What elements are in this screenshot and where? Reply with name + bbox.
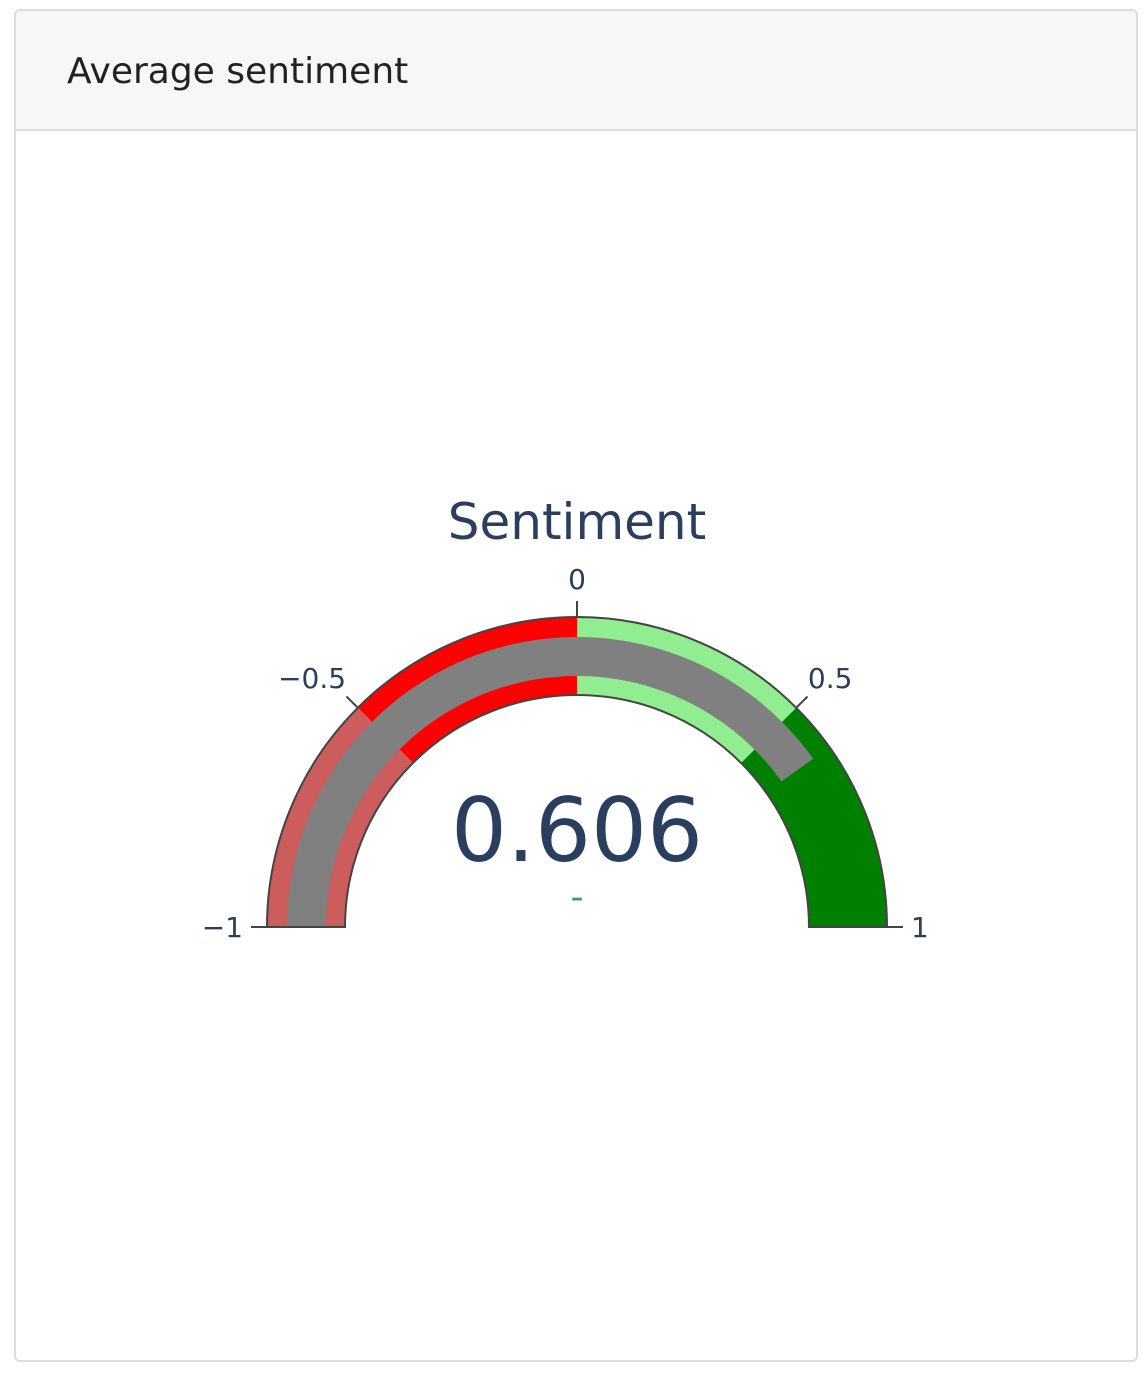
gauge-tick-label-1: −0.5 xyxy=(278,662,346,695)
gauge-tick-label-3: 0.5 xyxy=(808,662,853,695)
gauge-tick-label-2: 0 xyxy=(568,563,586,596)
gauge-delta: - xyxy=(571,877,584,918)
gauge-tick-3 xyxy=(795,695,809,709)
gauge-title: Sentiment xyxy=(448,493,706,551)
gauge-chart-area: Sentiment −1 −0.5 0 0.5 1 0.606 - xyxy=(16,133,1136,1360)
card-header: Average sentiment xyxy=(16,11,1136,131)
sentiment-card: Average sentiment Sentiment −1 −0.5 0 0.5 1 … xyxy=(14,9,1138,1362)
gauge-tick-label-0: −1 xyxy=(202,911,243,944)
gauge-tick-1 xyxy=(345,695,359,709)
gauge-value: 0.606 xyxy=(451,779,703,882)
gauge-tick-label-4: 1 xyxy=(911,911,929,944)
gauge-chart: Sentiment −1 −0.5 0 0.5 1 0.606 - xyxy=(202,493,929,944)
card-title: Average sentiment xyxy=(67,51,409,92)
